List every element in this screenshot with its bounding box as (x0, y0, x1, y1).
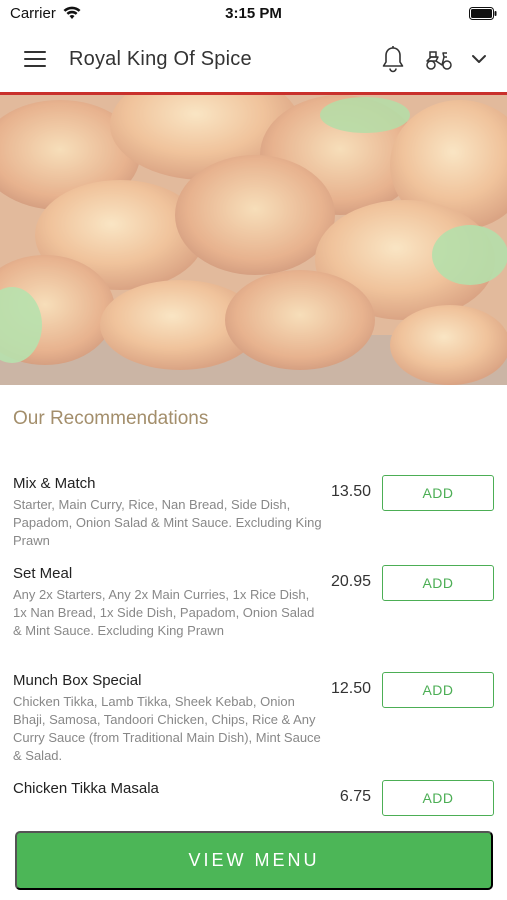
menu-item: Chicken Tikka Masala 6.75 ADD (0, 780, 507, 820)
chevron-down-icon[interactable] (470, 52, 488, 66)
notification-bell-icon[interactable] (381, 45, 405, 73)
section-title: Our Recommendations (13, 408, 209, 429)
item-description: Chicken Tikka, Lamb Tikka, Sheek Kebab, … (13, 694, 321, 763)
item-price: 13.50 (330, 483, 371, 500)
delivery-scooter-icon[interactable] (424, 48, 454, 72)
item-description: Any 2x Starters, Any 2x Main Curries, 1x… (13, 587, 315, 638)
restaurant-title: Royal King Of Spice (69, 48, 252, 70)
hero-food-image (0, 95, 507, 385)
item-price: 12.50 (330, 680, 371, 697)
item-name: Set Meal (13, 565, 73, 582)
battery-icon (469, 7, 497, 20)
menu-item: Mix & Match Starter, Main Curry, Rice, N… (0, 475, 507, 555)
menu-item: Munch Box Special Chicken Tikka, Lamb Ti… (0, 672, 507, 767)
app-header: Royal King Of Spice (0, 28, 507, 92)
add-button[interactable]: ADD (382, 672, 494, 708)
item-name: Chicken Tikka Masala (13, 780, 159, 797)
item-price: 6.75 (339, 788, 371, 805)
add-button[interactable]: ADD (382, 565, 494, 601)
menu-item: Set Meal Any 2x Starters, Any 2x Main Cu… (0, 565, 507, 660)
status-time: 3:15 PM (225, 5, 282, 22)
view-menu-button[interactable]: VIEW MENU (15, 831, 493, 890)
add-button[interactable]: ADD (382, 780, 494, 816)
status-bar: Carrier 3:15 PM (0, 0, 507, 28)
item-name: Munch Box Special (13, 672, 142, 689)
hamburger-menu-icon[interactable] (24, 51, 46, 69)
item-price: 20.95 (330, 573, 371, 590)
item-name: Mix & Match (13, 475, 96, 492)
item-description: Starter, Main Curry, Rice, Nan Bread, Si… (13, 497, 322, 548)
add-button[interactable]: ADD (382, 475, 494, 511)
